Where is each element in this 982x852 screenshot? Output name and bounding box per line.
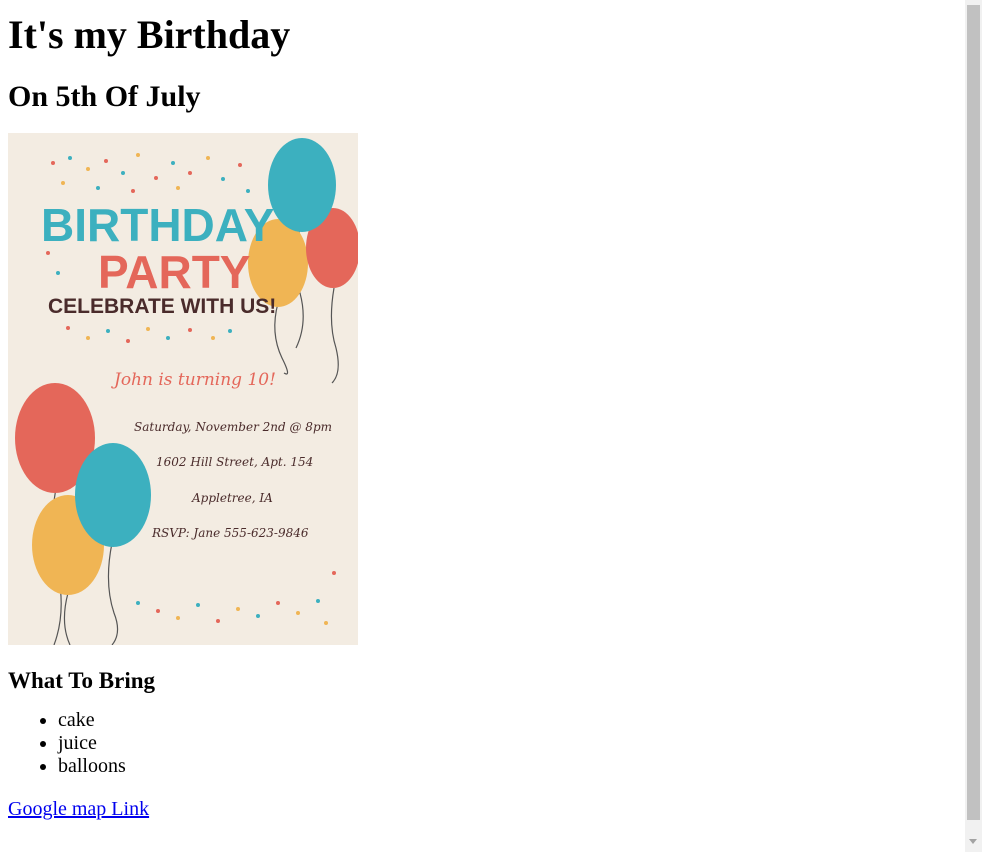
what-to-bring-heading: What To Bring — [8, 668, 155, 693]
invitation-address-line1: 1602 Hill Street, Apt. 154 — [156, 455, 313, 469]
page-title: It's my Birthday — [8, 12, 291, 57]
page-subtitle: On 5th Of July — [8, 80, 201, 113]
google-map-link[interactable]: Google map Link — [8, 797, 149, 821]
bring-list: cake juice balloons — [8, 709, 958, 778]
page-content: It's my Birthday On 5th Of July BIRTHDAY… — [8, 0, 958, 821]
invitation-turning-text: John is turning 10! — [111, 370, 276, 390]
invitation-birthday-text: BIRTHDAY — [41, 199, 274, 251]
list-item: cake — [58, 709, 958, 732]
scrollbar-thumb[interactable] — [967, 5, 980, 820]
list-item: juice — [58, 732, 958, 755]
invitation-party-text: PARTY — [98, 246, 251, 298]
list-item: balloons — [58, 755, 958, 778]
invitation-rsvp-text: RSVP: Jane 555-623-9846 — [151, 526, 309, 540]
vertical-scrollbar[interactable] — [965, 0, 982, 852]
invitation-date-text: Saturday, November 2nd @ 8pm — [134, 420, 332, 434]
invitation-address-line2: Appletree, IA — [191, 491, 273, 505]
scroll-down-icon[interactable] — [969, 839, 977, 844]
birthday-invitation-image: BIRTHDAY PARTY CELEBRATE WITH US! John i… — [8, 133, 358, 645]
invitation-celebrate-text: CELEBRATE WITH US! — [48, 295, 276, 318]
